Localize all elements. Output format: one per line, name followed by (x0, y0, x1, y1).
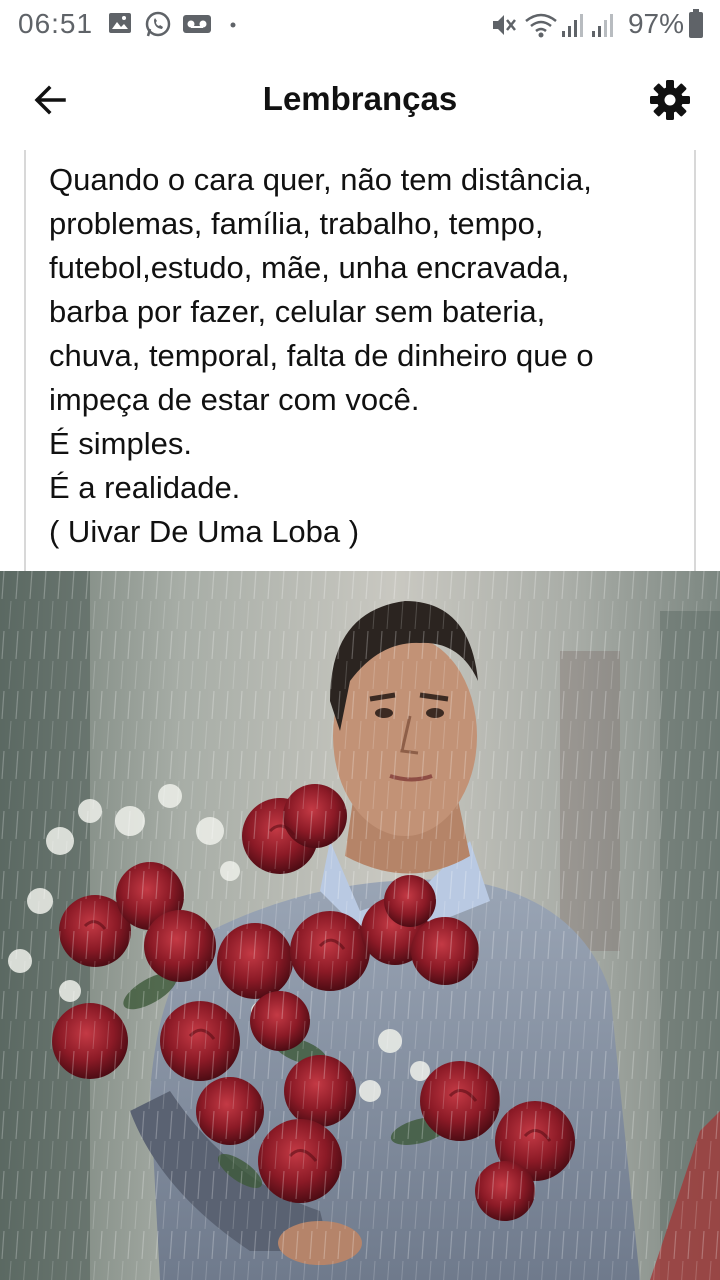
signal-icon (562, 14, 583, 37)
photo-man-with-roses (0, 571, 720, 1280)
whatsapp-icon (145, 11, 171, 37)
gear-icon (650, 80, 690, 120)
battery-icon (689, 9, 703, 38)
memory-photo[interactable] (0, 571, 720, 1280)
status-bar: 06:51 97% (0, 0, 720, 50)
battery-percent: 97% (627, 8, 684, 39)
signal-icon-2 (592, 14, 613, 37)
image-notification-icon (109, 13, 131, 33)
settings-button[interactable] (648, 78, 692, 122)
wifi-icon (525, 13, 557, 38)
mute-icon (493, 15, 516, 35)
memory-card: Quando o cara quer, não tem distância, p… (24, 150, 696, 571)
memory-text: Quando o cara quer, não tem distância, p… (49, 162, 594, 549)
dot-icon (230, 22, 236, 28)
app-bar: Lembranças (0, 50, 720, 150)
voicemail-icon (183, 15, 211, 33)
status-time: 06:51 (18, 8, 94, 39)
page-title: Lembranças (262, 80, 458, 117)
